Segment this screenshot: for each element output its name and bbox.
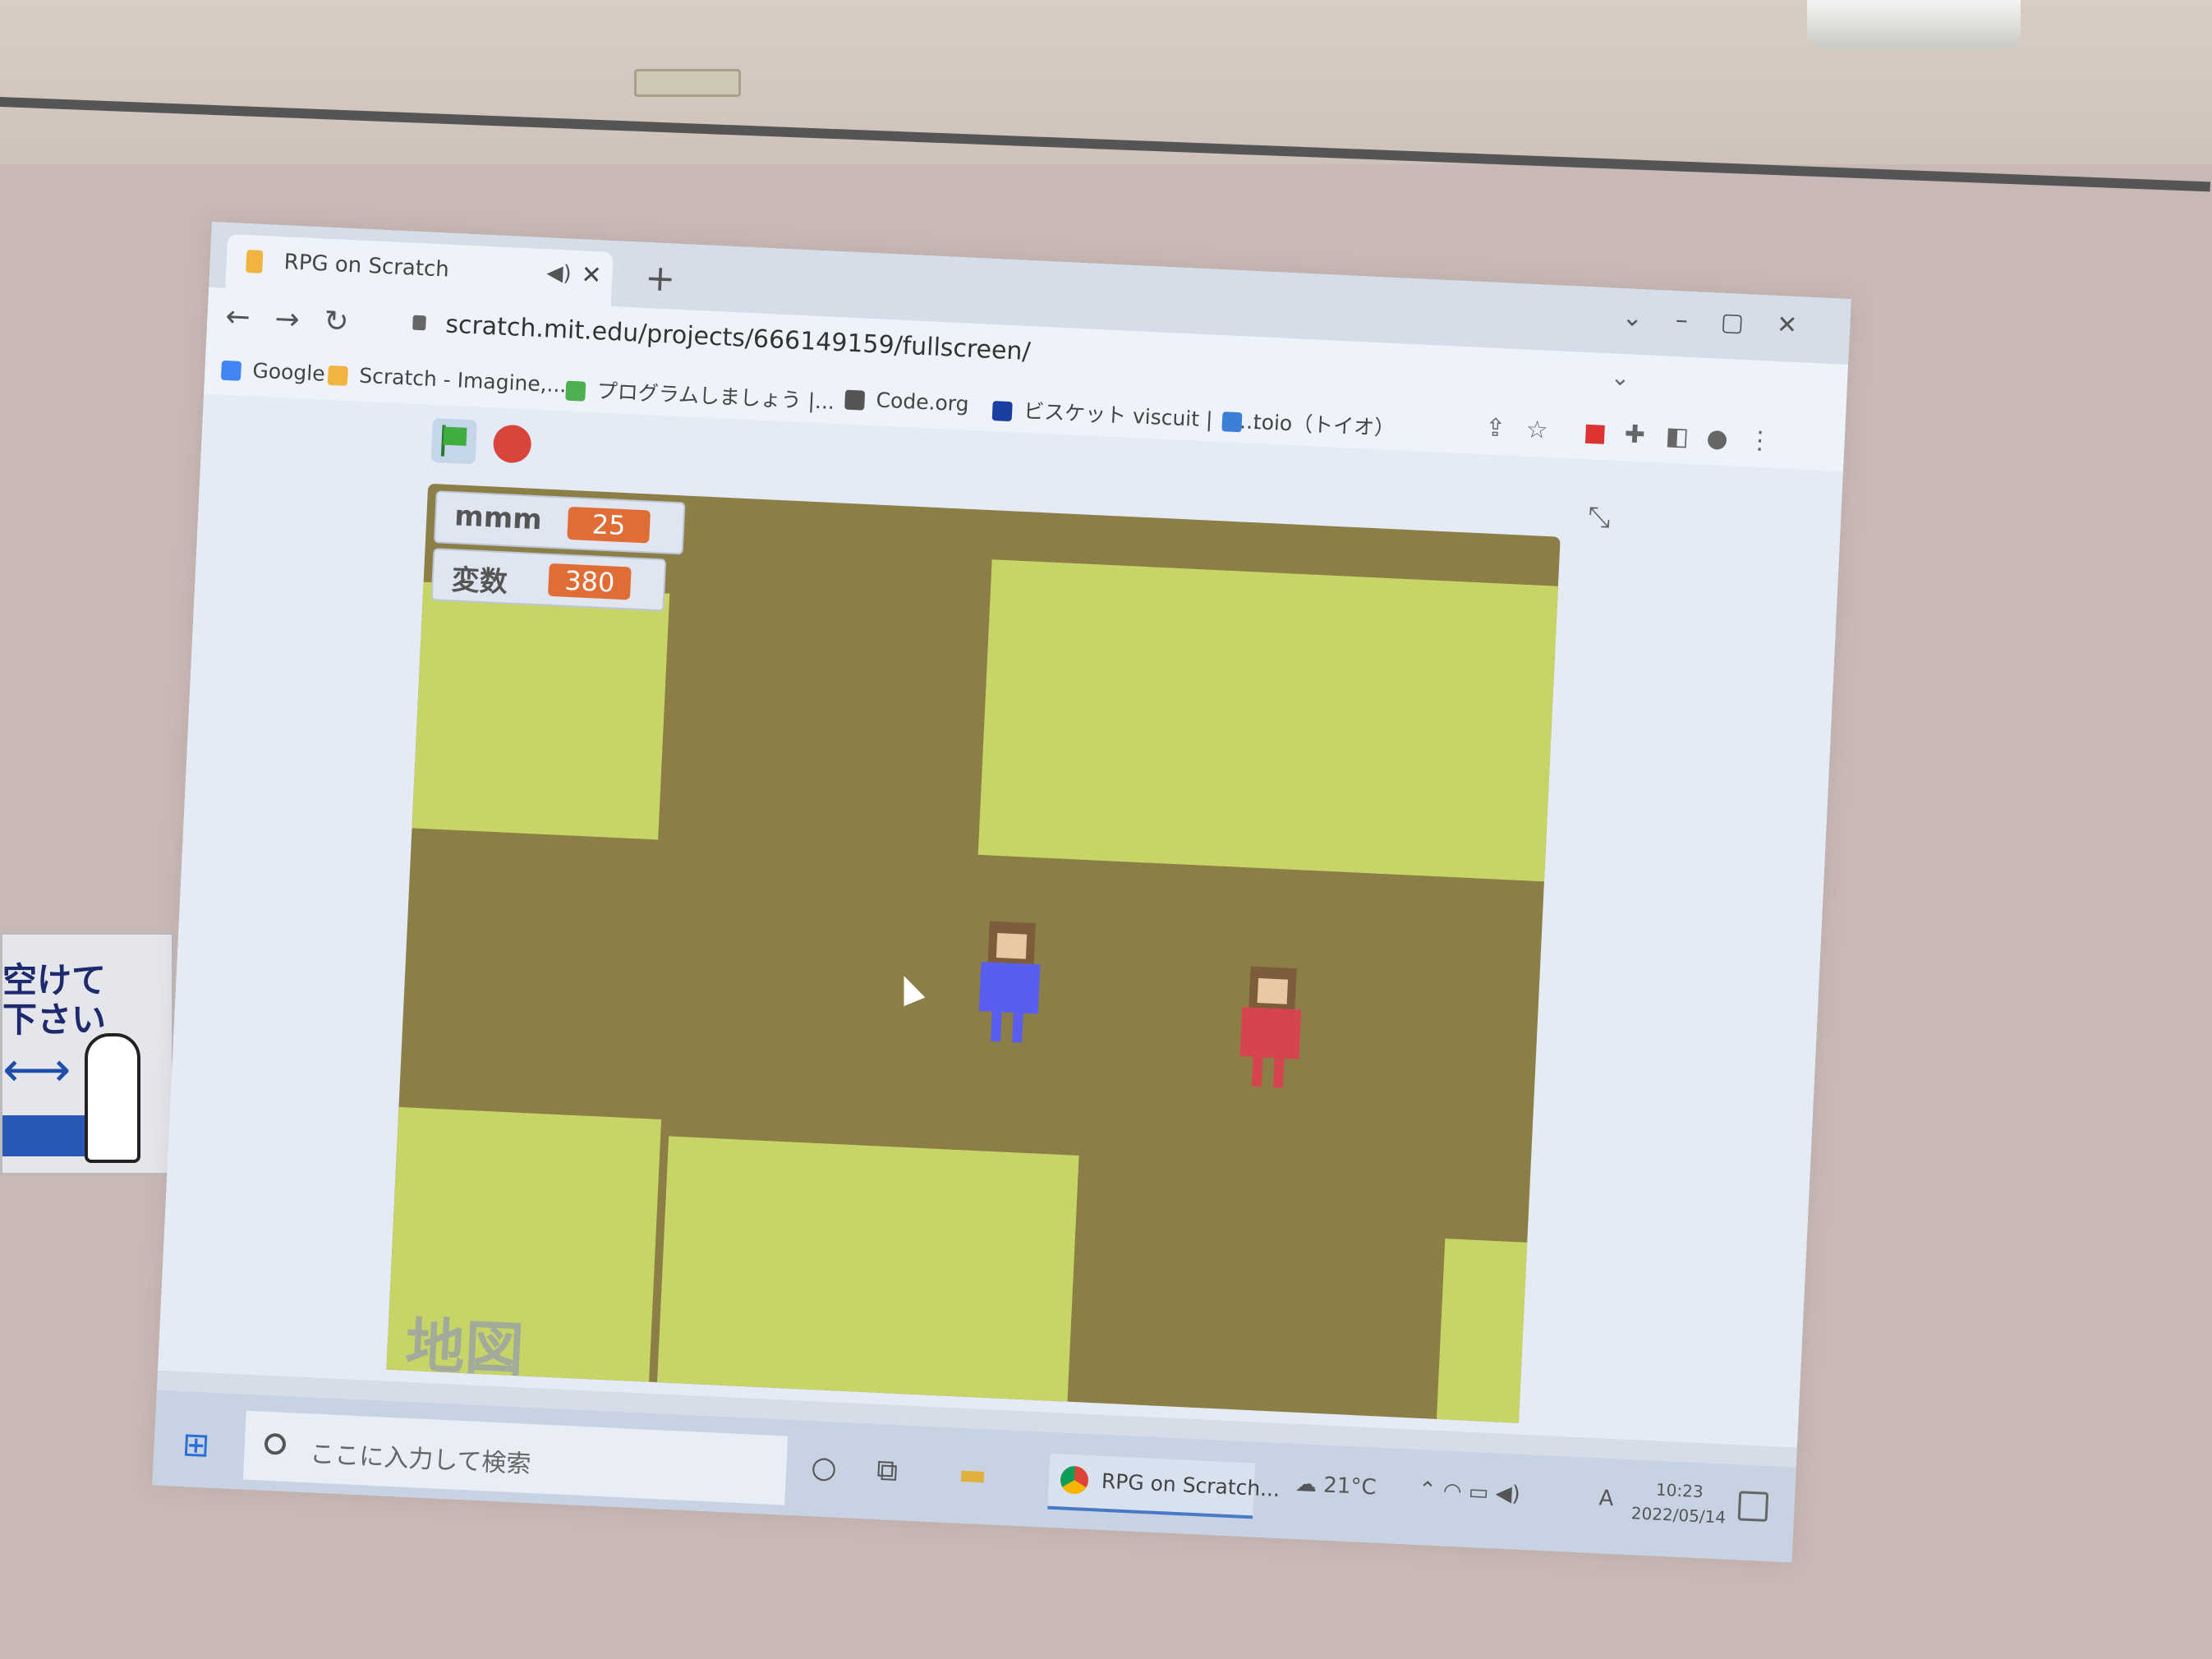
- map-block: [412, 581, 670, 840]
- chrome-icon: [1060, 1465, 1089, 1495]
- npc-sprite[interactable]: [1230, 966, 1310, 1092]
- cortana-icon[interactable]: ○: [810, 1450, 837, 1485]
- speaker-icon[interactable]: ◀): [546, 260, 573, 286]
- monitor-value: 25: [567, 506, 651, 544]
- task-view-icon[interactable]: ⧉: [876, 1454, 899, 1489]
- bookmark-viscuit[interactable]: ビスケット viscuit | コ...: [991, 393, 1261, 435]
- bookmark-codeorg[interactable]: Code.org: [844, 387, 969, 416]
- chevron-down-icon[interactable]: ⌄: [1610, 363, 1630, 391]
- weather-widget[interactable]: ☁ 21°C: [1295, 1472, 1377, 1500]
- stop-button[interactable]: [492, 424, 532, 464]
- scratch-fullscreen: ⤡ mmm 25 変数 380 地図: [158, 393, 1843, 1448]
- monitor-label: mmm: [453, 499, 543, 537]
- monitor-label: 変数: [450, 563, 508, 600]
- sidepanel-icon[interactable]: ◧: [1665, 422, 1690, 452]
- exit-fullscreen-icon[interactable]: ⤡: [1579, 500, 1620, 541]
- taskbar-app-label: RPG on Scratch...: [1101, 1468, 1281, 1501]
- tray-icons[interactable]: ⌃ ◠ ▭ ◀): [1418, 1477, 1520, 1507]
- taskbar-chrome-app[interactable]: RPG on Scratch...: [1047, 1453, 1281, 1519]
- player-sprite[interactable]: [969, 921, 1049, 1047]
- clock-date: 2022/05/14: [1630, 1503, 1727, 1528]
- share-icon[interactable]: ⇪: [1484, 413, 1506, 443]
- tab-title: RPG on Scratch: [283, 250, 450, 283]
- map-block: [1436, 1239, 1544, 1423]
- close-tab-icon[interactable]: ✕: [581, 260, 603, 290]
- bookmark-toio[interactable]: toio（トイオ）: [1221, 404, 1396, 442]
- mouse-cursor-icon: [893, 971, 926, 1007]
- extension-icon[interactable]: ■: [1583, 418, 1607, 448]
- bookmark-scratch[interactable]: Scratch - Imagine,...: [327, 362, 567, 398]
- forward-arrow-icon[interactable]: →: [274, 302, 301, 337]
- puzzle-icon[interactable]: ✚: [1624, 420, 1646, 449]
- window-controls[interactable]: ⌄–▢✕: [1621, 303, 1831, 342]
- scratch-stage[interactable]: mmm 25 変数 380 地図: [386, 483, 1561, 1423]
- back-arrow-icon[interactable]: ←: [225, 300, 251, 334]
- green-flag-icon: [443, 426, 467, 446]
- menu-icon[interactable]: ⋮: [1747, 425, 1773, 455]
- projected-screen: RPG on Scratch ◀) ✕ + ⌄–▢✕ ← → ↻ scratch…: [152, 222, 1851, 1563]
- search-placeholder: ここに入力して検索: [309, 1440, 532, 1479]
- lock-icon: [412, 315, 426, 331]
- notification-icon[interactable]: [1737, 1491, 1769, 1522]
- star-icon[interactable]: ☆: [1525, 416, 1549, 445]
- windows-start-icon[interactable]: ⊞: [182, 1426, 211, 1465]
- scratch-favicon-icon: [246, 250, 264, 273]
- bookmark-google[interactable]: Google: [220, 357, 325, 386]
- taskbar-clock[interactable]: 10:23 2022/05/14: [1630, 1476, 1727, 1529]
- variable-monitor-hensu: 変数 380: [430, 548, 667, 612]
- bookmark-programming[interactable]: プログラムしましょう |...: [565, 374, 835, 416]
- monitor-value: 380: [547, 563, 632, 600]
- variable-monitor-mmm: mmm 25: [433, 490, 686, 555]
- map-block: [977, 559, 1561, 882]
- file-explorer-icon[interactable]: ▬: [958, 1458, 987, 1493]
- search-icon: [264, 1432, 287, 1455]
- map-block: [657, 1136, 1079, 1402]
- green-flag-button[interactable]: [430, 417, 477, 465]
- profile-icon[interactable]: ●: [1706, 424, 1729, 453]
- reload-icon[interactable]: ↻: [323, 305, 349, 339]
- stage-map-label: 地図: [403, 1310, 526, 1386]
- ime-indicator[interactable]: A: [1598, 1486, 1614, 1511]
- new-tab-icon[interactable]: +: [644, 257, 676, 301]
- taskbar-search[interactable]: ここに入力して検索: [242, 1410, 789, 1505]
